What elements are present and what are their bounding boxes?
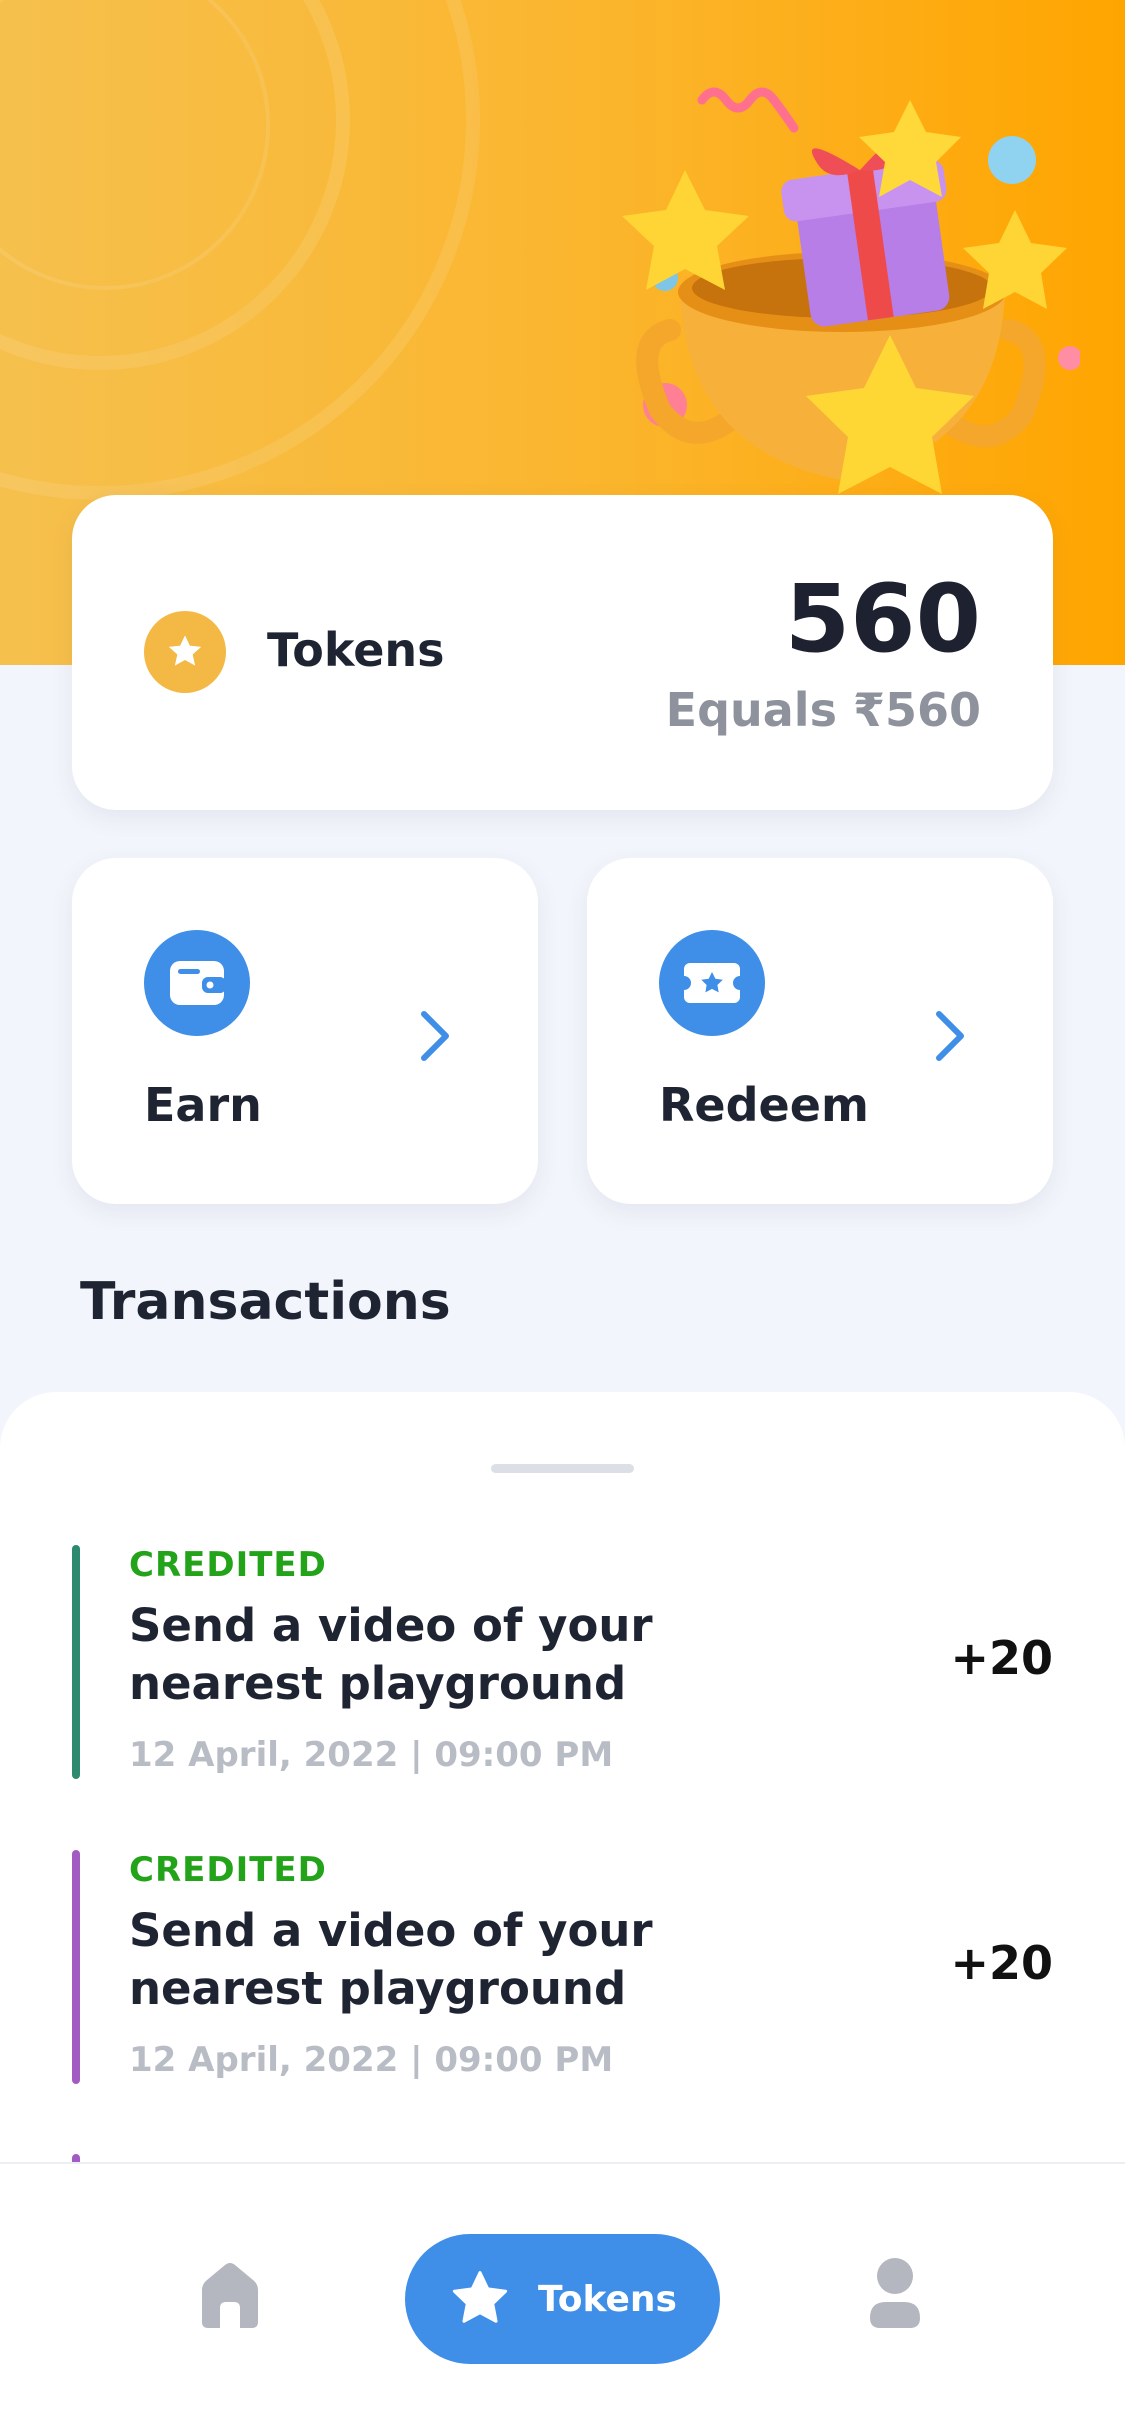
tokens-value: 560 — [784, 565, 981, 674]
transaction-item[interactable]: CREDITED Send a video of your nearest pl… — [72, 1545, 1053, 1779]
bottom-nav: Tokens — [0, 2162, 1125, 2436]
token-star-icon — [144, 611, 226, 693]
chevron-right-icon — [936, 1011, 964, 1061]
transaction-status: CREDITED — [129, 1850, 327, 1890]
redeem-card[interactable]: Redeem — [587, 858, 1053, 1204]
tab-tokens[interactable]: Tokens — [405, 2234, 720, 2364]
transaction-amount: +20 — [950, 1936, 1053, 1990]
tokens-equivalent: Equals ₹560 — [665, 683, 981, 737]
earn-card[interactable]: Earn — [72, 858, 538, 1204]
transaction-amount: +20 — [950, 1631, 1053, 1685]
profile-icon[interactable] — [866, 2256, 924, 2332]
transactions-heading: Transactions — [80, 1272, 451, 1332]
transaction-date: 12 April, 2022 | 09:00 PM — [129, 2040, 614, 2080]
transaction-item[interactable]: CREDITED Send a video of your nearest pl… — [72, 1850, 1053, 2084]
trophy-gift-illustration — [622, 87, 1080, 494]
transaction-status: CREDITED — [129, 1545, 327, 1585]
ticket-icon — [659, 930, 765, 1036]
transaction-description: Send a video of your nearest playground — [129, 1599, 653, 1710]
home-icon[interactable] — [196, 2260, 264, 2330]
tab-tokens-label: Tokens — [538, 2278, 677, 2320]
earn-label: Earn — [144, 1078, 262, 1132]
wallet-icon — [144, 930, 250, 1036]
tokens-balance-card: Tokens 560 Equals ₹560 — [72, 495, 1053, 810]
transaction-accent-bar — [72, 1545, 80, 1779]
tokens-label: Tokens — [267, 623, 445, 677]
redeem-label: Redeem — [659, 1078, 869, 1132]
sheet-drag-handle[interactable] — [491, 1464, 634, 1473]
transaction-date: 12 April, 2022 | 09:00 PM — [129, 1735, 614, 1775]
chevron-right-icon — [421, 1011, 449, 1061]
transaction-description: Send a video of your nearest playground — [129, 1904, 653, 2015]
star-icon — [452, 2271, 508, 2323]
transaction-accent-bar — [72, 1850, 80, 2084]
